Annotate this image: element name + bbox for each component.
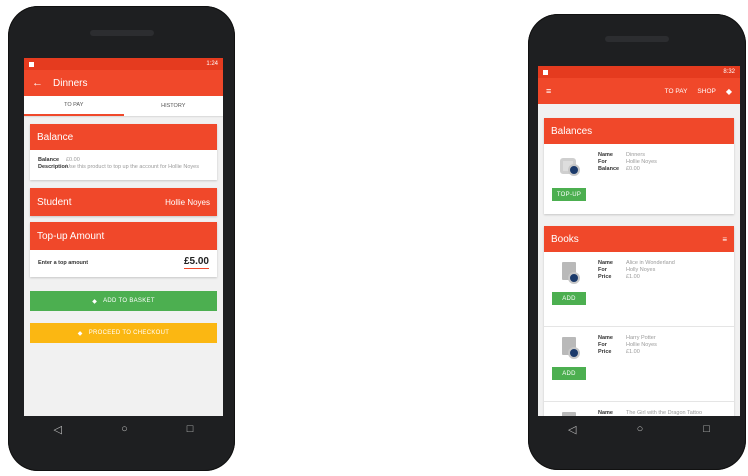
balances-title: Balances (551, 125, 593, 137)
checkout-icon: ◆ (77, 330, 83, 337)
name-key: Name (598, 152, 613, 158)
add-label: ADD (562, 370, 576, 377)
page-title: Dinners (53, 77, 88, 89)
balance-key: Balance (598, 166, 620, 172)
right-phone: 8:32 ≡ TO PAY SHOP ◆ Balances Name Dinne… (528, 14, 746, 470)
notification-icon (29, 61, 34, 67)
books-card: Books ≡ Name Alice in Wonderland For Holly… (544, 226, 734, 442)
tab-to-pay[interactable]: TO PAY (24, 96, 124, 116)
system-nav-bar: ◁ ○ □ (24, 416, 223, 442)
books-header: Books ≡ (544, 226, 734, 252)
basket-icon: ◆ (92, 298, 98, 305)
for-key: For (598, 342, 607, 348)
nav-recents-icon[interactable]: □ (187, 423, 194, 435)
add-button[interactable]: ADD (552, 367, 586, 380)
nav-back-icon[interactable]: ◁ (54, 423, 62, 436)
appbar-shop[interactable]: SHOP (697, 88, 715, 95)
student-card[interactable]: Student Hollie Noyes (30, 188, 217, 216)
name-value: Dinners (626, 152, 645, 158)
name-key: Name (598, 260, 613, 266)
balances-card: Balances Name Dinners For Hollie Noyes B… (544, 118, 734, 214)
list-item: Name Alice in Wonderland For Holly Noyes P… (544, 252, 734, 327)
balance-value: £0.00 (66, 157, 80, 163)
price-value: £1.00 (626, 274, 640, 280)
price-key: Price (598, 274, 612, 280)
list-item: Name Harry Potter For Hollie Noyes Price £1… (544, 327, 734, 402)
topup-card-header: Top-up Amount (30, 222, 217, 250)
balance-row: Balance £0.00 (38, 157, 209, 164)
notification-icon (543, 69, 548, 75)
description-value: Use this product to top up the account f… (66, 164, 199, 170)
status-bar: 1:24 (24, 58, 223, 70)
balance-key: Balance (38, 157, 60, 163)
balance-card: Balance Balance £0.00 Description Use th… (30, 124, 217, 180)
menu-icon[interactable]: ≡ (546, 86, 551, 96)
topup-amount-input[interactable]: £5.00 (183, 256, 209, 269)
coin-icon (568, 347, 580, 359)
top-speaker (605, 36, 669, 42)
balance-amount-row: Balance £0.00 (598, 166, 657, 173)
topup-card: Top-up Amount Enter a top amount £5.00 (30, 222, 217, 277)
system-nav-bar: ◁ ○ □ (538, 416, 740, 442)
left-phone: 1:24 ← Dinners TO PAY HISTORY Balance Ba… (8, 6, 235, 471)
checkout-button[interactable]: ◆ PROCEED TO CHECKOUT (30, 323, 217, 343)
balance-card-title: Balance (37, 131, 74, 143)
left-screen: 1:24 ← Dinners TO PAY HISTORY Balance Ba… (24, 58, 223, 442)
basket-icon[interactable]: ◆ (726, 87, 732, 96)
coin-icon (568, 272, 580, 284)
price-value: £1.00 (626, 349, 640, 355)
balance-name-row: Name Dinners (598, 152, 657, 159)
add-to-basket-label: ADD TO BASKET (103, 298, 155, 304)
price-key: Price (598, 349, 612, 355)
add-button[interactable]: ADD (552, 292, 586, 305)
status-bar: 8:32 (538, 66, 740, 78)
status-time: 1:24 (206, 61, 218, 67)
tab-history-label: HISTORY (161, 103, 186, 109)
description-row: Description Use this product to top up t… (38, 164, 209, 171)
nav-home-icon[interactable]: ○ (637, 423, 644, 435)
nav-back-icon[interactable]: ◁ (568, 423, 576, 436)
checkout-label: PROCEED TO CHECKOUT (88, 330, 170, 336)
student-name: Hollie Noyes (165, 197, 210, 207)
description-key: Description (38, 164, 69, 170)
top-up-button[interactable]: TOP-UP (552, 188, 586, 201)
balance-card-header: Balance (30, 124, 217, 150)
for-value: Hollie Noyes (626, 342, 657, 348)
balance-value: £0.00 (626, 166, 640, 172)
topup-prompt: Enter a top amount (38, 259, 89, 266)
for-value: Holly Noyes (626, 267, 656, 273)
book-thumbnail (552, 260, 598, 320)
filter-icon[interactable]: ≡ (722, 235, 727, 244)
balance-for-row: For Hollie Noyes (598, 159, 657, 166)
tab-bar: TO PAY HISTORY (24, 96, 223, 116)
top-up-label: TOP-UP (556, 191, 582, 198)
student-card-header: Student Hollie Noyes (30, 188, 217, 216)
for-key: For (598, 159, 607, 165)
student-card-title: Student (37, 196, 72, 208)
balance-item: Name Dinners For Hollie Noyes Balance £0… (544, 144, 734, 214)
balances-header: Balances (544, 118, 734, 144)
app-bar: ≡ TO PAY SHOP ◆ (538, 78, 740, 104)
status-time: 8:32 (723, 69, 735, 75)
tab-to-pay-label: TO PAY (64, 102, 84, 108)
coin-icon (568, 164, 580, 176)
books-title: Books (551, 233, 579, 245)
name-value: Harry Potter (626, 335, 656, 341)
book-thumbnail (552, 335, 598, 395)
right-screen: 8:32 ≡ TO PAY SHOP ◆ Balances Name Dinne… (538, 66, 740, 442)
appbar-to-pay[interactable]: TO PAY (665, 88, 688, 95)
for-value: Hollie Noyes (626, 159, 657, 165)
add-to-basket-button[interactable]: ◆ ADD TO BASKET (30, 291, 217, 311)
tab-history[interactable]: HISTORY (124, 96, 224, 116)
nav-home-icon[interactable]: ○ (121, 423, 128, 435)
app-bar: ← Dinners (24, 70, 223, 96)
top-speaker (89, 30, 154, 36)
for-key: For (598, 267, 607, 273)
add-label: ADD (562, 295, 576, 302)
back-arrow-icon[interactable]: ← (32, 77, 43, 89)
name-key: Name (598, 335, 613, 341)
name-value: Alice in Wonderland (626, 260, 675, 266)
topup-card-title: Top-up Amount (37, 230, 105, 242)
nav-recents-icon[interactable]: □ (703, 423, 710, 435)
